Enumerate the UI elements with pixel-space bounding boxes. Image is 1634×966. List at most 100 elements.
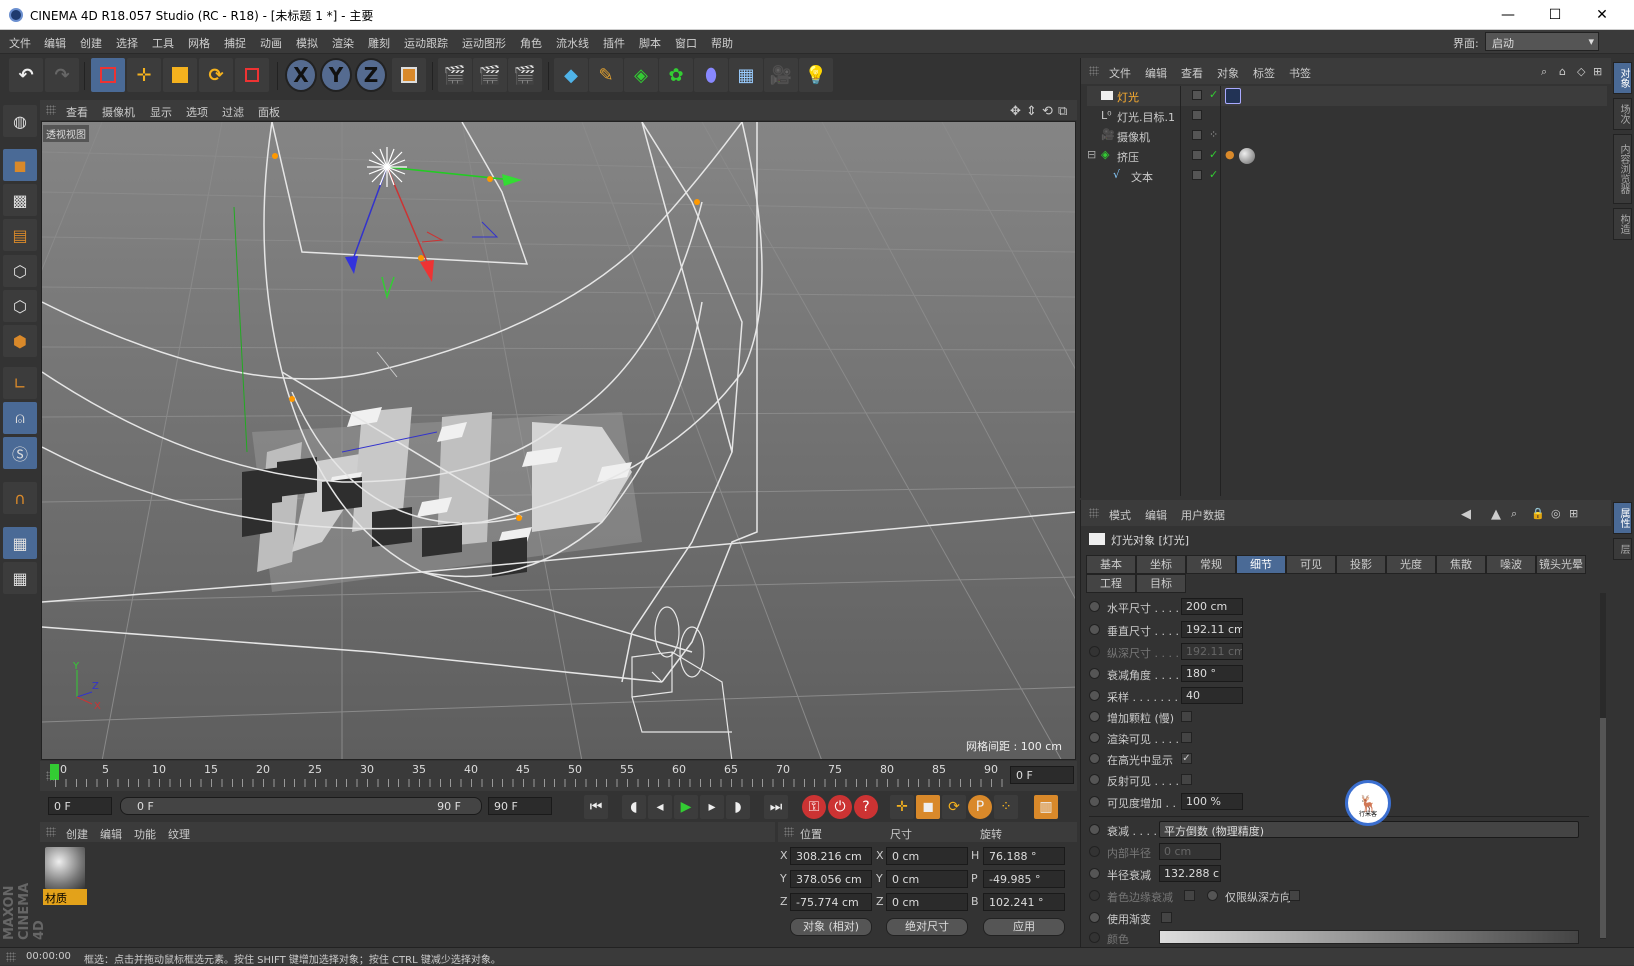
animate-radio[interactable]	[1089, 868, 1100, 879]
material-preview-swatch[interactable]	[45, 847, 85, 889]
back-arrow-icon[interactable]: ◀	[1461, 507, 1471, 522]
attr-scrollbar-thumb[interactable]	[1600, 718, 1606, 938]
timeline-ruler[interactable]: 0 5 10 15 20 25 30 35 40 45 50 55 60 65 …	[40, 761, 1077, 791]
keyframe-selection-button[interactable]: ?	[854, 795, 878, 819]
collapse-icon[interactable]: ⊟	[1087, 148, 1096, 161]
falloff-angle-field[interactable]: 180 °	[1181, 665, 1243, 682]
menu-render[interactable]: 渲染	[332, 35, 354, 51]
record-parameter-button[interactable]: P	[968, 795, 992, 819]
animate-radio[interactable]	[1089, 912, 1100, 923]
menu-help[interactable]: 帮助	[711, 35, 733, 51]
menu-select[interactable]: 选择	[116, 35, 138, 51]
material-menu-texture[interactable]: 纹理	[168, 826, 190, 842]
viewport-menu-panel[interactable]: 面板	[258, 104, 280, 120]
show-in-reflection-checkbox[interactable]	[1181, 774, 1192, 785]
perspective-viewport[interactable]: Y Z X	[41, 121, 1076, 760]
rotation-p-field[interactable]: -49.985 °	[983, 870, 1065, 888]
lock-icon[interactable]: 🔒	[1531, 507, 1545, 520]
undo-button[interactable]: ↶	[9, 58, 43, 92]
add-floor-button[interactable]: ▦	[729, 58, 763, 92]
object-menu-file[interactable]: 文件	[1109, 65, 1131, 81]
object-layers-icon[interactable]: ◇	[1577, 65, 1585, 78]
object-name[interactable]: 挤压	[1117, 149, 1139, 165]
menu-plugins[interactable]: 插件	[603, 35, 625, 51]
apply-button[interactable]: 应用	[983, 918, 1065, 936]
model-mode-button[interactable]: ◼	[3, 149, 37, 181]
frame-range-slider[interactable]: 0 F 90 F	[120, 797, 482, 815]
size-mode-dropdown[interactable]: 绝对尺寸	[886, 918, 968, 936]
new-window-icon[interactable]: ⊞	[1569, 507, 1578, 520]
radius-falloff-field[interactable]: 132.288 cm	[1159, 865, 1221, 882]
menu-mesh[interactable]: 网格	[188, 35, 210, 51]
attribute-menu-mode[interactable]: 模式	[1109, 507, 1131, 523]
viewport-move-icon[interactable]: ✥	[1010, 104, 1021, 119]
magnet-button[interactable]: ∩	[3, 482, 37, 514]
move-button[interactable]: ✛	[127, 58, 161, 92]
layer-toggle[interactable]	[1192, 110, 1202, 120]
axis-mode-button[interactable]: ∟	[3, 367, 37, 399]
tab-basic[interactable]: 基本	[1086, 555, 1136, 574]
z-axis-lock-button[interactable]: Z	[355, 58, 387, 92]
menu-window[interactable]: 窗口	[675, 35, 697, 51]
rotation-b-field[interactable]: 102.241 °	[983, 893, 1065, 911]
tab-lens-flare[interactable]: 镜头光晕	[1536, 555, 1586, 574]
menu-sculpt[interactable]: 雕刻	[368, 35, 390, 51]
rotate-button[interactable]: ⟳	[199, 58, 233, 92]
material-menu-function[interactable]: 功能	[134, 826, 156, 842]
object-name[interactable]: 灯光.目标.1	[1117, 109, 1175, 125]
side-tab-layers[interactable]: 层	[1613, 538, 1632, 560]
vertical-size-field[interactable]: 192.11 cm	[1181, 621, 1243, 638]
target-icon[interactable]: ◎	[1551, 507, 1561, 520]
workplane-mode-button[interactable]: ▤	[3, 219, 37, 251]
timeline-window-button[interactable]: ▥	[1034, 795, 1058, 819]
menu-file[interactable]: 文件	[9, 35, 31, 51]
end-frame-field[interactable]: 90 F	[488, 797, 552, 815]
animate-radio[interactable]	[1089, 774, 1100, 785]
side-tab-structure[interactable]: 构造	[1613, 208, 1632, 240]
menu-script[interactable]: 脚本	[639, 35, 661, 51]
layer-toggle[interactable]	[1192, 150, 1202, 160]
coordinate-mode-dropdown[interactable]: 对象 (相对)	[790, 918, 872, 936]
interface-select[interactable]: 启动	[1485, 32, 1599, 51]
animate-radio[interactable]	[1089, 732, 1100, 743]
show-in-specular-checkbox[interactable]: ✓	[1181, 753, 1192, 764]
color-gradient-bar[interactable]	[1159, 930, 1579, 944]
object-name[interactable]: 摄像机	[1117, 129, 1150, 145]
start-frame-field[interactable]: 0 F	[48, 797, 112, 815]
size-z-field[interactable]: 0 cm	[886, 893, 968, 911]
animate-radio[interactable]	[1089, 711, 1100, 722]
add-cloner-button[interactable]: ✿	[659, 58, 693, 92]
tab-noise[interactable]: 噪波	[1486, 555, 1536, 574]
menu-simulate[interactable]: 模拟	[296, 35, 318, 51]
use-gradient-checkbox[interactable]	[1161, 912, 1172, 923]
render-view-button[interactable]: 🎬	[438, 58, 472, 92]
edges-mode-button[interactable]: ⬡	[3, 290, 37, 322]
add-pen-button[interactable]: ✎	[589, 58, 623, 92]
tab-shadow[interactable]: 投影	[1336, 555, 1386, 574]
add-cube-button[interactable]: ◆	[554, 58, 588, 92]
record-scale-button[interactable]: ◼	[916, 795, 940, 819]
render-picture-viewer-button[interactable]: 🎬	[473, 58, 507, 92]
add-grain-checkbox[interactable]	[1181, 711, 1192, 722]
animate-radio[interactable]	[1207, 890, 1218, 901]
tab-details[interactable]: 细节	[1236, 555, 1286, 574]
layer-toggle[interactable]	[1192, 90, 1202, 100]
tab-visibility[interactable]: 可见	[1286, 555, 1336, 574]
rotation-h-field[interactable]: 76.188 °	[983, 847, 1065, 865]
x-axis-lock-button[interactable]: X	[285, 58, 317, 92]
points-mode-button[interactable]: ⬡	[3, 255, 37, 287]
attr-scrollbar[interactable]	[1600, 593, 1606, 939]
tab-coord[interactable]: 坐标	[1136, 555, 1186, 574]
layer-toggle[interactable]	[1192, 170, 1202, 180]
playhead-marker[interactable]	[50, 764, 59, 780]
visibility-multiplier-field[interactable]: 100 %	[1181, 793, 1243, 810]
material-menu-create[interactable]: 创建	[66, 826, 88, 842]
add-subdivision-button[interactable]: ◈	[624, 58, 658, 92]
target-tag-icon[interactable]	[1225, 88, 1241, 104]
viewport-menu-display[interactable]: 显示	[150, 104, 172, 120]
object-row-text[interactable]: √ 文本 ✓	[1087, 166, 1607, 186]
animate-radio[interactable]	[1089, 668, 1100, 679]
enabled-check-icon[interactable]: ✓	[1209, 88, 1218, 101]
close-button[interactable]: ✕	[1584, 3, 1620, 27]
object-menu-view[interactable]: 查看	[1181, 65, 1203, 81]
